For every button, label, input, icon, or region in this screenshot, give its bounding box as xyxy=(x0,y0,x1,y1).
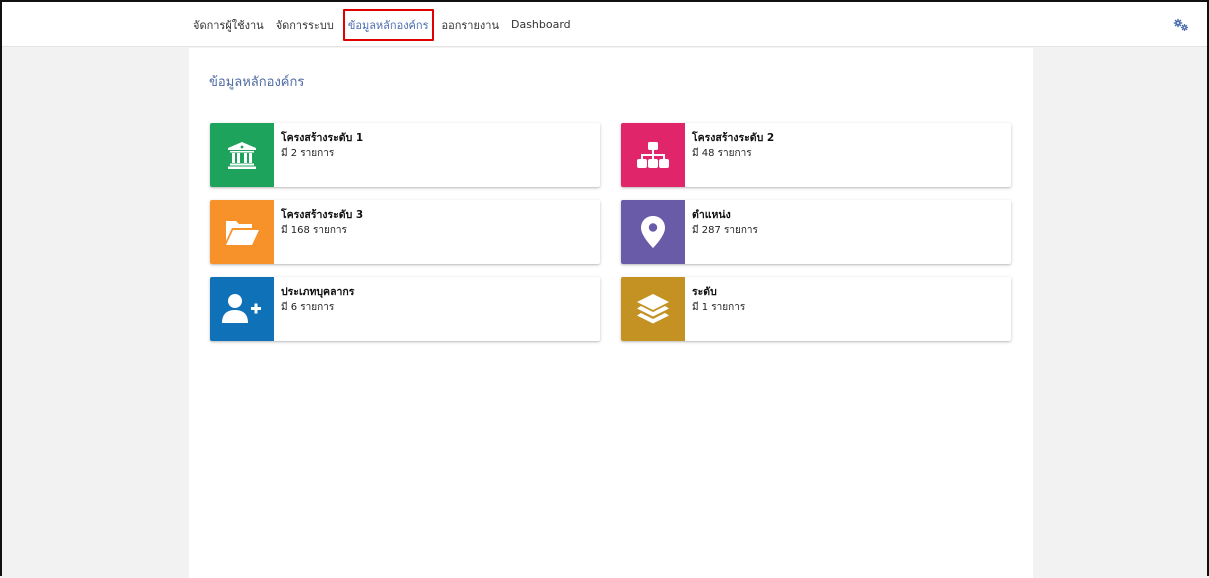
page-title: ข้อมูลหลักองค์กร xyxy=(209,75,305,90)
main-content: ข้อมูลหลักองค์กร โครงสร้างระดับ 1 มี 2 ร… xyxy=(189,48,1033,578)
card-title: โครงสร้างระดับ 2 xyxy=(692,132,775,144)
gears-icon[interactable] xyxy=(1173,17,1189,31)
card-title: ประเภทบุคลากร xyxy=(281,286,355,298)
user-plus-icon xyxy=(222,294,261,323)
map-marker-icon xyxy=(641,216,665,248)
card-count: มี 2 รายการ xyxy=(281,148,335,159)
nav-item-system-management[interactable]: จัดการระบบ xyxy=(276,16,334,34)
card-icon-box xyxy=(621,277,685,341)
card-structure-level-1[interactable]: โครงสร้างระดับ 1 มี 2 รายการ xyxy=(210,123,600,187)
card-icon-box xyxy=(210,200,274,264)
card-structure-level-3[interactable]: โครงสร้างระดับ 3 มี 168 รายการ xyxy=(210,200,600,264)
card-icon-box xyxy=(210,123,274,187)
card-count: มี 48 รายการ xyxy=(692,148,752,159)
sitemap-icon xyxy=(637,142,669,168)
card-icon-box xyxy=(210,277,274,341)
card-title: ตำแหน่ง xyxy=(692,209,731,221)
card-structure-level-2[interactable]: โครงสร้างระดับ 2 มี 48 รายการ xyxy=(621,123,1011,187)
card-icon-box xyxy=(621,200,685,264)
card-title: ระดับ xyxy=(692,286,717,298)
card-count: มี 6 รายการ xyxy=(281,302,335,313)
top-navbar: จัดการผู้ใช้งาน จัดการระบบ ข้อมูลหลักองค… xyxy=(2,2,1207,47)
nav-item-organization-master-data[interactable]: ข้อมูลหลักองค์กร xyxy=(342,8,434,41)
layers-icon xyxy=(637,294,669,324)
card-personnel-types[interactable]: ประเภทบุคลากร มี 6 รายการ xyxy=(210,277,600,341)
app-window: จัดการผู้ใช้งาน จัดการระบบ ข้อมูลหลักองค… xyxy=(0,0,1209,578)
folder-open-icon xyxy=(226,221,259,245)
nav-item-dashboard[interactable]: Dashboard xyxy=(511,18,571,31)
nav-item-user-management[interactable]: จัดการผู้ใช้งาน xyxy=(193,16,264,34)
building-columns-icon xyxy=(228,142,256,169)
card-count: มี 287 รายการ xyxy=(692,225,758,236)
main-nav: จัดการผู้ใช้งาน จัดการระบบ ข้อมูลหลักองค… xyxy=(193,2,583,47)
card-positions[interactable]: ตำแหน่ง มี 287 รายการ xyxy=(621,200,1011,264)
card-count: มี 1 รายการ xyxy=(692,302,746,313)
card-title: โครงสร้างระดับ 3 xyxy=(281,209,364,221)
card-icon-box xyxy=(621,123,685,187)
card-levels[interactable]: ระดับ มี 1 รายการ xyxy=(621,277,1011,341)
card-count: มี 168 รายการ xyxy=(281,225,347,236)
nav-item-reports[interactable]: ออกรายงาน xyxy=(442,16,499,34)
card-title: โครงสร้างระดับ 1 xyxy=(281,132,364,144)
